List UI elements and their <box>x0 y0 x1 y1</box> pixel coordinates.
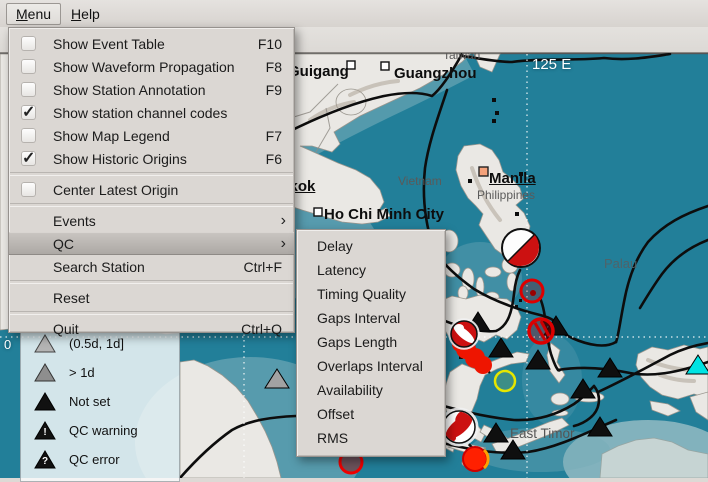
menu-item-show-waveform-propagation[interactable]: Show Waveform Propagation F8 <box>9 55 294 78</box>
qc-submenu: Delay Latency Timing Quality Gaps Interv… <box>296 229 446 457</box>
menu-item-events[interactable]: Events › <box>9 209 294 232</box>
menu-item-reset[interactable]: Reset <box>9 286 294 309</box>
legend-row: Not set <box>33 387 179 416</box>
legend-label: > 1d <box>69 365 95 380</box>
submenu-item-overlaps-interval[interactable]: Overlaps Interval <box>297 354 445 378</box>
submenu-item-rms[interactable]: RMS <box>297 426 445 450</box>
checkbox-unchecked <box>21 36 36 51</box>
focal-mechanism-beachball[interactable] <box>502 229 540 267</box>
menu-item-search-station[interactable]: Search Station Ctrl+F <box>9 255 294 278</box>
menu-separator <box>10 311 293 315</box>
event-circle-yellow[interactable] <box>495 371 515 391</box>
menu-item-show-historic-origins[interactable]: ✓ Show Historic Origins F6 <box>9 147 294 170</box>
legend-triangle-black-icon <box>33 392 57 411</box>
city-marker-ho-chi-minh-city <box>314 208 322 216</box>
menu-separator <box>10 203 293 207</box>
city-marker-guigang <box>347 61 355 69</box>
submenu-item-timing-quality[interactable]: Timing Quality <box>297 282 445 306</box>
menu-separator <box>10 172 293 176</box>
menu-separator <box>10 280 293 284</box>
submenu-item-availability[interactable]: Availability <box>297 378 445 402</box>
submenu-item-gaps-interval[interactable]: Gaps Interval <box>297 306 445 330</box>
legend-row: ! QC warning <box>33 416 179 445</box>
menu-item-center-latest-origin[interactable]: Center Latest Origin <box>9 178 294 201</box>
menu-item-show-map-legend[interactable]: Show Map Legend F7 <box>9 124 294 147</box>
menubar-item-menu[interactable]: Menu <box>6 3 61 25</box>
city-marker-guangzhou <box>381 62 389 70</box>
checkmark-icon: ✓ <box>22 148 35 168</box>
legend-label: Not set <box>69 394 110 409</box>
menu-item-quit[interactable]: Quit Ctrl+Q <box>9 317 294 340</box>
submenu-arrow-icon: › <box>281 214 286 228</box>
map-legend-panel: (0.5d, 1d] > 1d Not set ! QC warning ? Q… <box>20 322 180 482</box>
checkbox-unchecked <box>21 82 36 97</box>
event-epicenter-dot <box>530 290 536 296</box>
checkbox-unchecked <box>21 59 36 74</box>
submenu-item-gaps-length[interactable]: Gaps Length <box>297 330 445 354</box>
menu-item-show-station-channel-codes[interactable]: ✓ Show station channel codes <box>9 101 294 124</box>
legend-row: > 1d <box>33 358 179 387</box>
focal-mechanism-beachball[interactable] <box>450 320 479 349</box>
event-circle-red-filled[interactable] <box>463 447 487 471</box>
legend-triangle-warning-icon: ! <box>33 421 57 440</box>
city-marker-manila <box>479 167 488 176</box>
submenu-arrow-icon: › <box>281 237 286 251</box>
legend-label: QC error <box>69 452 120 467</box>
menu-item-show-station-annotation[interactable]: Show Station Annotation F9 <box>9 78 294 101</box>
submenu-item-delay[interactable]: Delay <box>297 234 445 258</box>
menu-item-show-event-table[interactable]: Show Event Table F10 <box>9 32 294 55</box>
legend-triangle-gray-icon <box>33 363 57 382</box>
checkmark-icon: ✓ <box>22 102 35 122</box>
menubar: Menu Help <box>0 0 708 27</box>
menu-item-qc[interactable]: QC › <box>9 232 294 255</box>
menubar-item-help[interactable]: Help <box>61 3 110 25</box>
legend-triangle-error-icon: ? <box>33 450 57 469</box>
submenu-item-offset[interactable]: Offset <box>297 402 445 426</box>
menu-dropdown: Show Event Table F10 Show Waveform Propa… <box>8 27 295 333</box>
checkbox-unchecked <box>21 128 36 143</box>
checkbox-unchecked <box>21 182 36 197</box>
legend-row: ? QC error <box>33 445 179 474</box>
legend-label: QC warning <box>69 423 138 438</box>
submenu-item-latency[interactable]: Latency <box>297 258 445 282</box>
